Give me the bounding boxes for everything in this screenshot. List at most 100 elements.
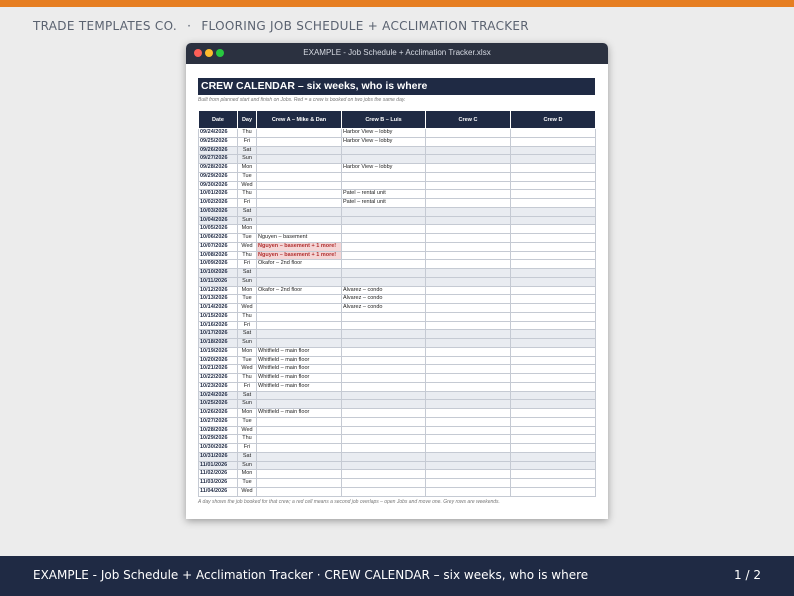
crew-b-cell[interactable]	[341, 469, 426, 479]
crew-b-cell[interactable]	[341, 206, 426, 217]
crew-c-cell[interactable]	[425, 416, 511, 427]
day-cell[interactable]: Mon	[237, 224, 257, 234]
crew-a-cell[interactable]	[256, 390, 342, 401]
date-cell[interactable]: 09/25/2026	[198, 136, 238, 147]
crew-d-cell[interactable]	[510, 346, 596, 357]
crew-c-cell[interactable]	[425, 268, 511, 278]
crew-a-cell[interactable]: Okafor – 2nd floor	[256, 259, 342, 269]
crew-b-cell[interactable]	[341, 276, 426, 287]
date-cell[interactable]: 10/10/2026	[198, 268, 238, 278]
crew-d-cell[interactable]	[510, 460, 596, 471]
crew-d-cell[interactable]	[510, 163, 596, 173]
crew-d-cell[interactable]	[510, 294, 596, 304]
column-header-crew-a[interactable]: Crew A – Mike & Dan	[256, 110, 342, 129]
crew-b-cell[interactable]	[341, 408, 426, 418]
crew-c-cell[interactable]	[425, 241, 511, 252]
crew-c-cell[interactable]	[425, 294, 511, 304]
crew-b-cell[interactable]: Harbor View – lobby	[341, 163, 426, 173]
crew-b-cell[interactable]	[341, 250, 426, 261]
crew-b-cell[interactable]: Patel – rental unit	[341, 198, 426, 208]
crew-d-cell[interactable]	[510, 128, 596, 138]
crew-c-cell[interactable]	[425, 329, 511, 339]
crew-c-cell[interactable]	[425, 355, 511, 366]
crew-c-cell[interactable]	[425, 320, 511, 331]
crew-b-cell[interactable]	[341, 241, 426, 252]
date-cell[interactable]: 10/03/2026	[198, 206, 238, 217]
day-cell[interactable]: Sun	[237, 154, 257, 164]
crew-c-cell[interactable]	[425, 364, 511, 374]
date-cell[interactable]: 10/04/2026	[198, 215, 238, 226]
crew-d-cell[interactable]	[510, 224, 596, 234]
crew-a-cell[interactable]	[256, 443, 342, 453]
crew-c-cell[interactable]	[425, 311, 511, 322]
date-cell[interactable]: 10/23/2026	[198, 381, 238, 392]
column-header-date[interactable]: Date	[198, 110, 238, 129]
crew-b-cell[interactable]	[341, 486, 426, 497]
crew-d-cell[interactable]	[510, 416, 596, 427]
crew-b-cell[interactable]	[341, 259, 426, 269]
date-cell[interactable]: 11/04/2026	[198, 486, 238, 497]
crew-b-cell[interactable]	[341, 311, 426, 322]
crew-a-cell[interactable]: Okafor – 2nd floor	[256, 285, 342, 296]
date-cell[interactable]: 10/06/2026	[198, 233, 238, 243]
crew-b-cell[interactable]	[341, 338, 426, 348]
date-cell[interactable]: 09/26/2026	[198, 145, 238, 156]
crew-c-cell[interactable]	[425, 259, 511, 269]
crew-b-cell[interactable]	[341, 425, 426, 436]
crew-c-cell[interactable]	[425, 154, 511, 164]
crew-b-cell[interactable]: Harbor View – lobby	[341, 136, 426, 147]
crew-a-cell[interactable]	[256, 338, 342, 348]
crew-d-cell[interactable]	[510, 338, 596, 348]
column-header-day[interactable]: Day	[237, 110, 257, 129]
crew-a-cell[interactable]	[256, 425, 342, 436]
date-cell[interactable]: 10/30/2026	[198, 443, 238, 453]
crew-b-cell[interactable]	[341, 364, 426, 374]
crew-c-cell[interactable]	[425, 224, 511, 234]
crew-a-cell[interactable]	[256, 486, 342, 497]
crew-c-cell[interactable]	[425, 189, 511, 199]
date-cell[interactable]: 11/03/2026	[198, 478, 238, 488]
day-cell[interactable]: Tue	[237, 478, 257, 488]
crew-d-cell[interactable]	[510, 268, 596, 278]
crew-d-cell[interactable]	[510, 136, 596, 147]
date-cell[interactable]: 10/24/2026	[198, 390, 238, 401]
date-cell[interactable]: 10/28/2026	[198, 425, 238, 436]
day-cell[interactable]: Tue	[237, 294, 257, 304]
crew-c-cell[interactable]	[425, 338, 511, 348]
crew-c-cell[interactable]	[425, 408, 511, 418]
date-cell[interactable]: 10/15/2026	[198, 311, 238, 322]
day-cell[interactable]: Tue	[237, 355, 257, 366]
date-cell[interactable]: 10/11/2026	[198, 276, 238, 287]
crew-d-cell[interactable]	[510, 451, 596, 462]
day-cell[interactable]: Sat	[237, 329, 257, 339]
crew-b-cell[interactable]	[341, 233, 426, 243]
crew-c-cell[interactable]	[425, 171, 511, 182]
column-header-crew-c[interactable]: Crew C	[425, 110, 511, 129]
date-cell[interactable]: 10/20/2026	[198, 355, 238, 366]
crew-a-cell[interactable]	[256, 460, 342, 471]
date-cell[interactable]: 10/26/2026	[198, 408, 238, 418]
crew-c-cell[interactable]	[425, 206, 511, 217]
crew-a-cell[interactable]	[256, 268, 342, 278]
crew-c-cell[interactable]	[425, 250, 511, 261]
crew-c-cell[interactable]	[425, 285, 511, 296]
day-cell[interactable]: Mon	[237, 469, 257, 479]
day-cell[interactable]: Fri	[237, 443, 257, 453]
day-cell[interactable]: Fri	[237, 320, 257, 331]
crew-a-cell[interactable]	[256, 311, 342, 322]
crew-d-cell[interactable]	[510, 408, 596, 418]
crew-b-cell[interactable]	[341, 434, 426, 444]
crew-c-cell[interactable]	[425, 136, 511, 147]
crew-a-cell[interactable]: Nguyen – basement + 1 more!	[256, 241, 342, 252]
crew-c-cell[interactable]	[425, 215, 511, 226]
day-cell[interactable]: Sun	[237, 399, 257, 409]
crew-d-cell[interactable]	[510, 215, 596, 226]
crew-b-cell[interactable]	[341, 180, 426, 191]
crew-a-cell[interactable]	[256, 399, 342, 409]
crew-d-cell[interactable]	[510, 390, 596, 401]
crew-c-cell[interactable]	[425, 469, 511, 479]
crew-a-cell[interactable]	[256, 276, 342, 287]
crew-a-cell[interactable]: Whitfield – main floor	[256, 408, 342, 418]
date-cell[interactable]: 10/17/2026	[198, 329, 238, 339]
crew-a-cell[interactable]: Whitfield – main floor	[256, 346, 342, 357]
